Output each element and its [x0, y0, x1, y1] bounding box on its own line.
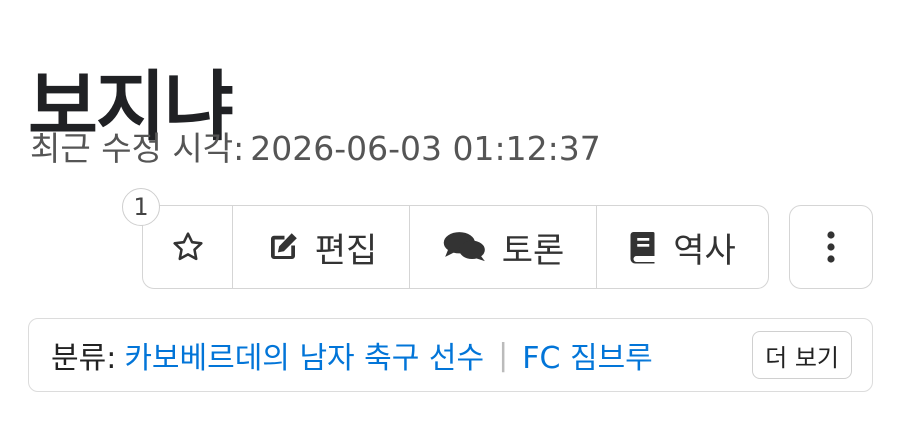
last-modified-label: 최근 수정 시각: — [30, 129, 245, 168]
star-count-badge: 1 — [122, 188, 160, 226]
category-separator: | — [498, 337, 509, 373]
star-outline-icon — [172, 232, 203, 261]
edit-button[interactable]: 편집 — [233, 206, 410, 288]
history-label: 역사 — [673, 230, 736, 271]
category-label: 분류: — [51, 341, 117, 376]
last-modified-time: 2026-06-03 01:12:37 — [250, 129, 601, 168]
vertical-ellipsis-icon — [827, 231, 835, 263]
discuss-button[interactable]: 토론 — [410, 206, 597, 288]
history-button[interactable]: 역사 — [597, 206, 768, 288]
chat-bubbles-icon — [443, 232, 485, 262]
category-link[interactable]: FC 짐브루 — [522, 333, 653, 377]
more-options-button[interactable] — [789, 205, 873, 289]
pencil-square-icon — [270, 233, 297, 259]
category-fade-overlay — [642, 319, 752, 391]
category-link[interactable]: 카보베르데의 남자 축구 선수 — [124, 333, 484, 377]
book-icon — [630, 232, 655, 264]
article-action-bar: 편집 토론 역사 — [142, 205, 769, 289]
star-button[interactable] — [143, 206, 233, 288]
category-more-button[interactable]: 더 보기 — [752, 331, 852, 379]
last-modified: 최근 수정 시각: 2026-06-03 01:12:37 — [30, 132, 601, 165]
category-bar: 분류: 카보베르데의 남자 축구 선수 | FC 짐브루 더 보기 — [28, 318, 873, 392]
edit-label: 편집 — [314, 230, 378, 271]
discuss-label: 토론 — [501, 230, 565, 271]
